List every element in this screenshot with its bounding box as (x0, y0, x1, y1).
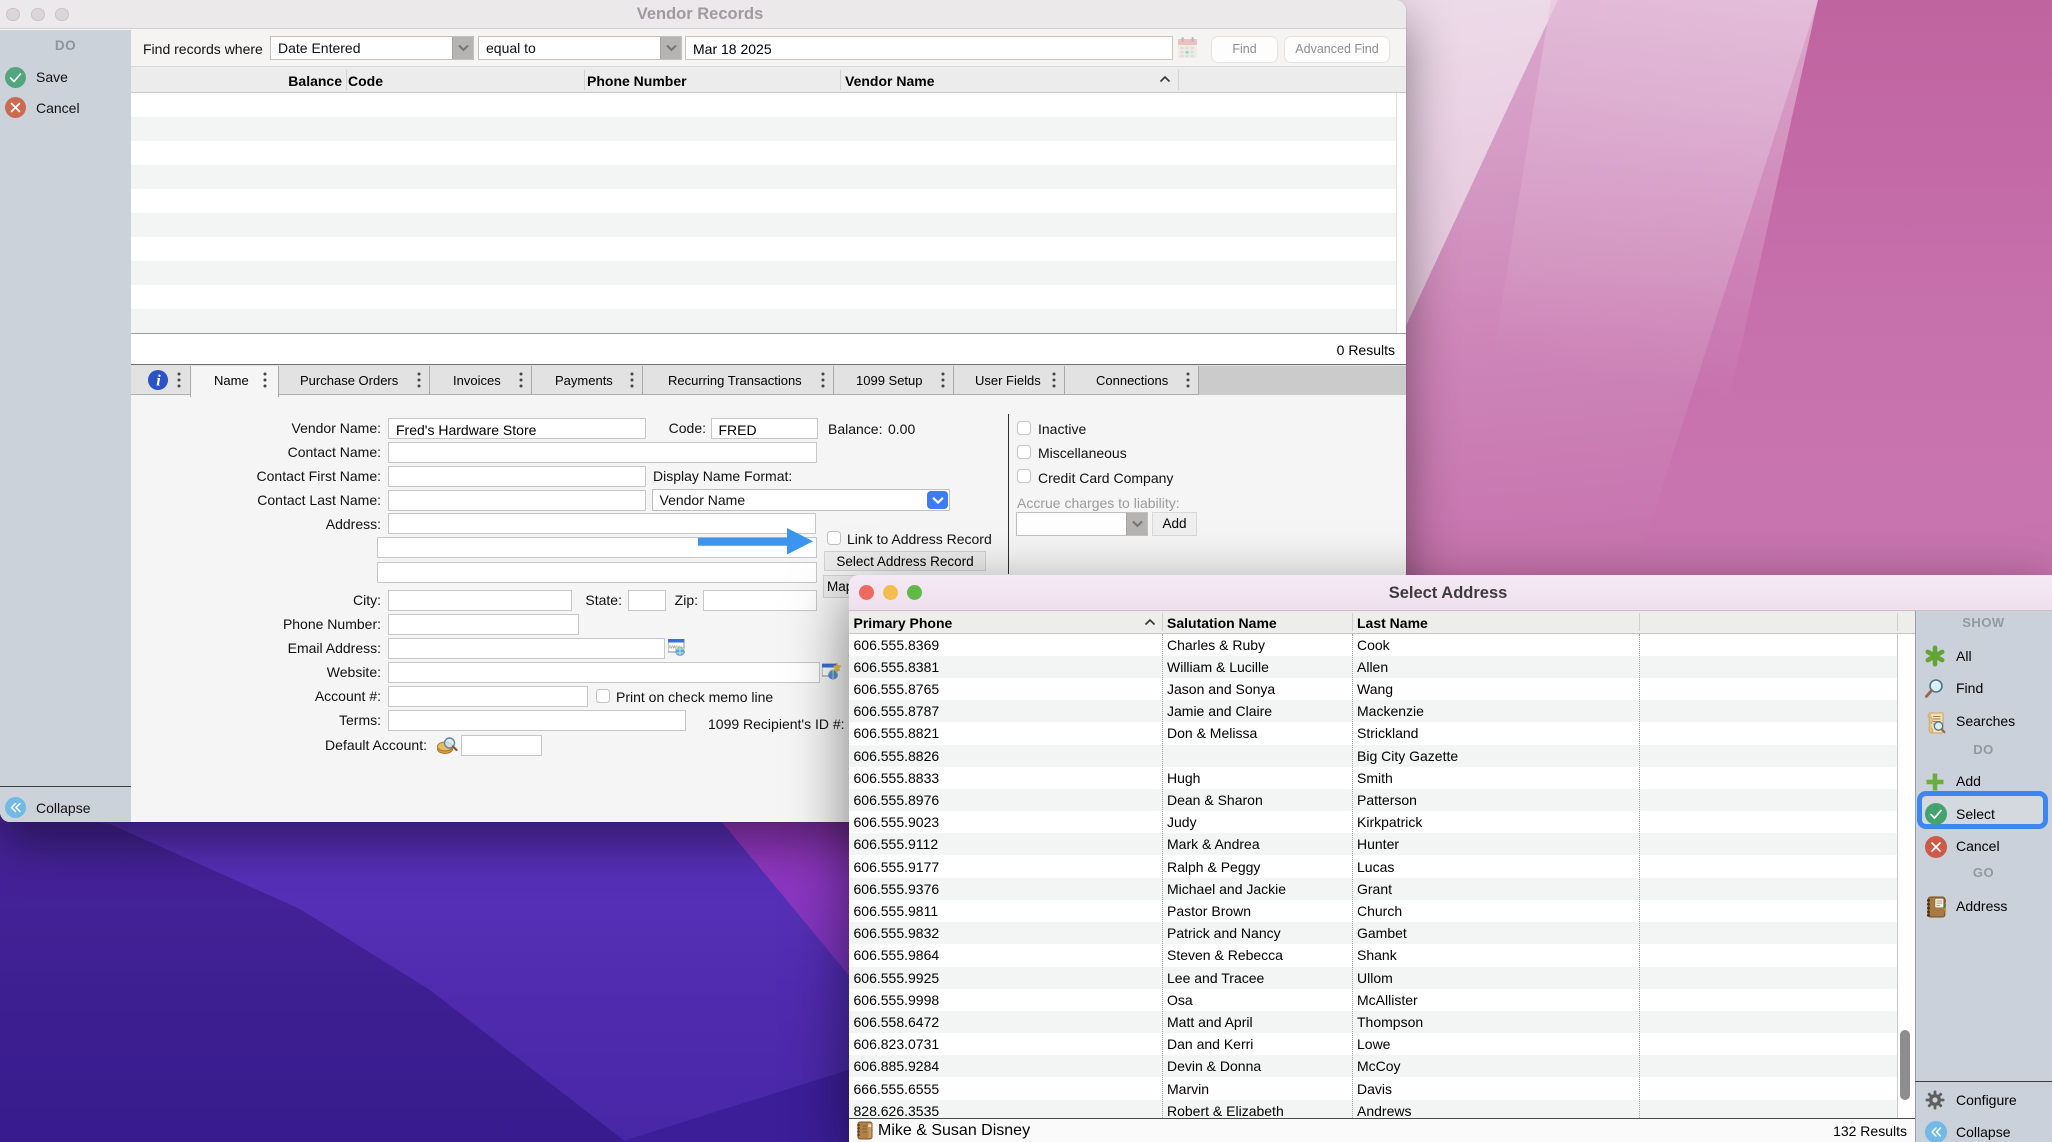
svg-text:i: i (156, 373, 161, 390)
